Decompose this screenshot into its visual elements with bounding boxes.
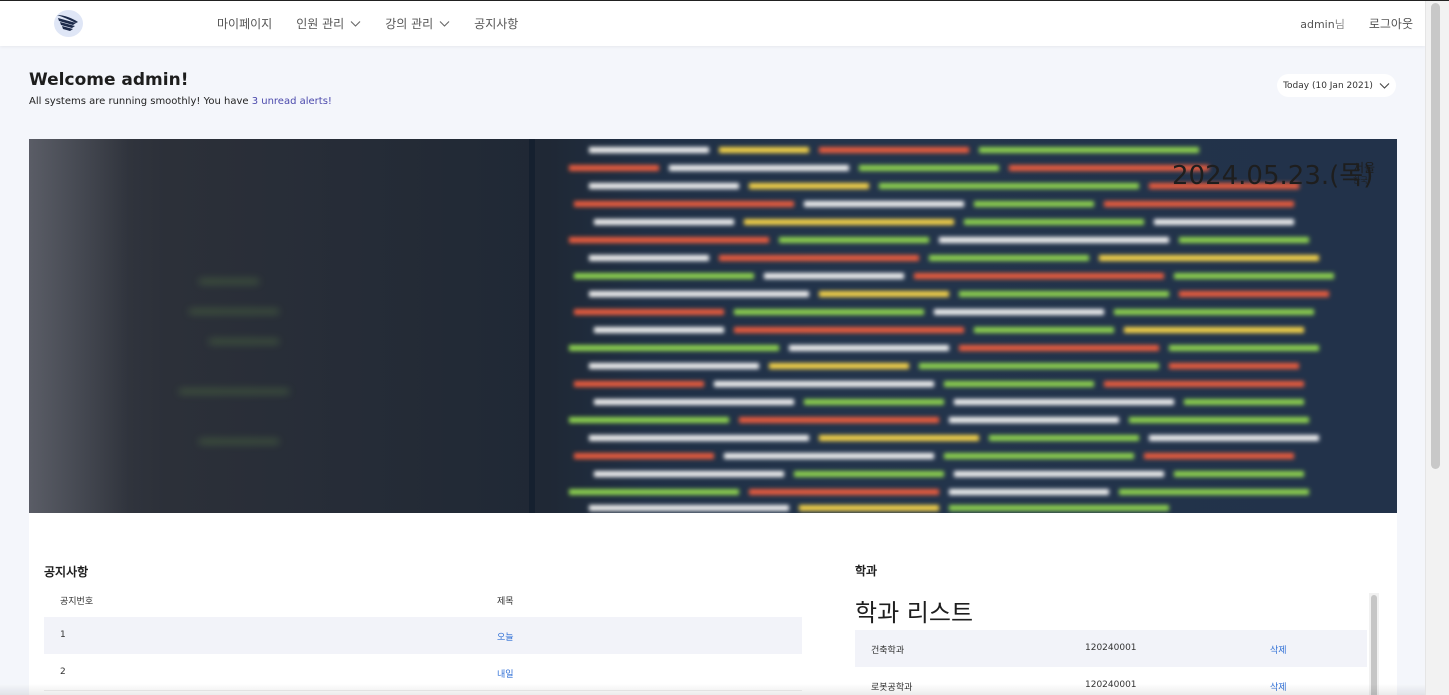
logo[interactable] <box>54 10 83 37</box>
nav-notices-label: 공지사항 <box>474 17 519 31</box>
nav-course-management-label: 강의 관리 <box>385 17 434 31</box>
departments-list-heading: 학과 리스트 <box>855 599 974 627</box>
notice-no: 1 <box>60 630 66 640</box>
welcome-title: Welcome admin! <box>29 70 189 90</box>
user-name-suffix: 님 <box>1334 17 1345 31</box>
unread-alerts-link[interactable]: 3 unread alerts! <box>252 96 332 107</box>
column-header-subject: 제목 <box>497 597 514 607</box>
department-name: 건축학과 <box>871 646 905 656</box>
date-filter-label: Today (10 Jan 2021) <box>1283 80 1373 91</box>
column-header-notice-no: 공지번호 <box>60 597 94 607</box>
departments-scrollbar[interactable] <box>1369 593 1379 695</box>
page-scrollbar-thumb[interactable] <box>1431 3 1440 469</box>
departments-section-title: 학과 <box>855 564 878 578</box>
dashboard-card: 공지사항 공지번호 제목 1 오늘 2 내일 학과 학과 리스트 건축학과 12… <box>29 513 1397 695</box>
department-code: 120240001 <box>1085 643 1137 653</box>
weather-country: 한국 <box>1353 176 1368 185</box>
hero-banner-image: 2024.05.23.(목) 서울 한국 <box>29 139 1397 513</box>
user-name: admin님 <box>1300 16 1345 32</box>
departments-scrollbar-thumb[interactable] <box>1371 595 1377 695</box>
chevron-down-icon <box>439 20 450 27</box>
welcome-subtitle: All systems are running smoothly! You ha… <box>29 96 332 107</box>
logout-link[interactable]: 로그아웃 <box>1369 15 1413 32</box>
nav-mypage-label: 마이페이지 <box>217 17 273 31</box>
current-date: 2024.05.23.(목) <box>1172 161 1374 191</box>
notice-subject-link[interactable]: 오늘 <box>497 630 514 643</box>
welcome-subtitle-text: All systems are running smoothly! You ha… <box>29 96 252 107</box>
chevron-down-icon <box>350 20 361 27</box>
main-nav: 마이페이지 인원 관리 강의 관리 공지사항 <box>217 1 542 46</box>
top-navbar: 마이페이지 인원 관리 강의 관리 공지사항 admin님 로그아웃 <box>0 1 1425 46</box>
date-filter-dropdown[interactable]: Today (10 Jan 2021) <box>1277 74 1396 97</box>
user-name-text: admin <box>1300 17 1335 31</box>
bottom-edge-shadow <box>0 684 1425 695</box>
table-row[interactable]: 1 오늘 <box>44 617 802 654</box>
notice-subject-link[interactable]: 내일 <box>497 667 514 680</box>
logo-wing-icon <box>57 15 78 31</box>
notices-section-title: 공지사항 <box>44 565 89 579</box>
nav-course-management[interactable]: 강의 관리 <box>385 15 450 32</box>
notice-no: 2 <box>60 667 66 677</box>
page-scrollbar[interactable] <box>1425 1 1449 695</box>
code-background-graphic <box>179 139 1334 513</box>
delete-department-link[interactable]: 삭제 <box>1270 643 1287 656</box>
chevron-down-icon <box>1379 82 1390 89</box>
nav-people-management[interactable]: 인원 관리 <box>296 15 361 32</box>
nav-mypage[interactable]: 마이페이지 <box>217 15 272 32</box>
nav-notices[interactable]: 공지사항 <box>474 15 518 32</box>
list-item: 건축학과 120240001 삭제 <box>855 630 1367 667</box>
nav-people-management-label: 인원 관리 <box>296 17 345 31</box>
header-user-area: admin님 로그아웃 <box>1300 1 1413 46</box>
weather-city: 서울 <box>1353 161 1376 175</box>
notices-table-header: 공지번호 제목 <box>44 586 802 616</box>
